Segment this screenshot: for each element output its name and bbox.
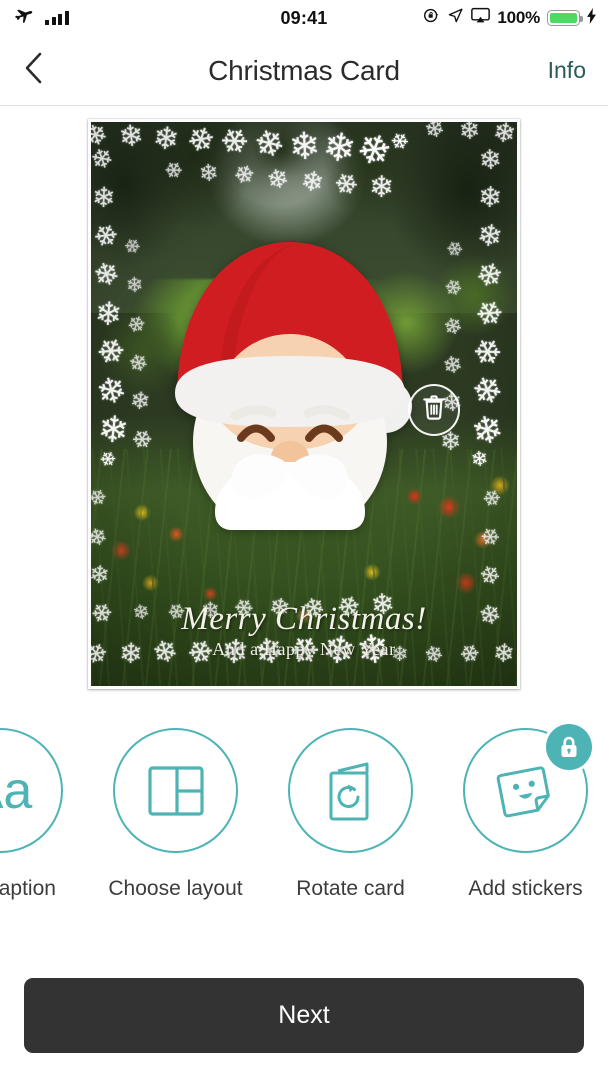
chevron-left-icon xyxy=(24,52,43,89)
location-arrow-icon xyxy=(447,7,464,29)
info-button[interactable]: Info xyxy=(548,57,586,84)
next-button[interactable]: Next xyxy=(24,977,584,1053)
card-frame[interactable]: ❄ ❄ ❄ ❄ ❄ ❄ ❄ ❄ ❄ ❄ ❄ ❄ ❄ ❄ ❄ ❄ ❄ ❄ ❄ ❄ ❄ ❄ ❄ ❄ ❄ ❄ ❄ ❄ ❄ ❄ ❄ ❄ ❄ ❄ ❄ ❄ ❄ ❄ ❄ ❄… xyxy=(88,118,520,689)
status-bar: 09:41 100% xyxy=(0,0,608,36)
aa-glyph: Aa xyxy=(0,761,33,820)
battery-percent-label: 100% xyxy=(497,8,540,27)
editor-toolbar: Aa Add caption Choose layout Rotate card xyxy=(0,700,608,950)
sticker-smiley-icon xyxy=(463,724,592,853)
lightning-bolt-icon xyxy=(587,7,596,29)
footer-action-area: Next xyxy=(0,950,608,1080)
tool-add-caption[interactable]: Aa Add caption xyxy=(0,700,88,901)
tool-add-stickers[interactable]: Add stickers xyxy=(438,700,608,901)
delete-sticker-button[interactable] xyxy=(408,383,460,436)
padlock-icon xyxy=(546,724,592,770)
battery-icon xyxy=(547,10,583,26)
tool-label-add-stickers: Add stickers xyxy=(468,877,583,900)
tool-rotate-card[interactable]: Rotate card xyxy=(263,700,438,901)
grid-layout-icon xyxy=(113,728,238,853)
status-bar-right: 100% xyxy=(423,0,596,36)
text-aa-icon: Aa xyxy=(0,728,63,853)
trash-icon xyxy=(421,393,447,426)
santa-face-sticker[interactable] xyxy=(159,230,421,530)
tool-label-choose-layout: Choose layout xyxy=(108,877,243,900)
rotation-lock-icon xyxy=(423,7,440,29)
airplay-icon xyxy=(471,7,491,29)
card-canvas[interactable]: ❄ ❄ ❄ ❄ ❄ ❄ ❄ ❄ ❄ ❄ ❄ ❄ ❄ ❄ ❄ ❄ ❄ ❄ ❄ ❄ ❄ ❄ ❄ ❄ ❄ ❄ ❄ ❄ ❄ ❄ ❄ ❄ ❄ ❄ ❄ ❄ ❄ ❄ ❄ ❄… xyxy=(91,121,517,686)
tool-label-add-caption: Add caption xyxy=(0,877,56,900)
tool-choose-layout[interactable]: Choose layout xyxy=(88,700,263,901)
card-preview-area: ❄ ❄ ❄ ❄ ❄ ❄ ❄ ❄ ❄ ❄ ❄ ❄ ❄ ❄ ❄ ❄ ❄ ❄ ❄ ❄ ❄ ❄ ❄ ❄ ❄ ❄ ❄ ❄ ❄ ❄ ❄ ❄ ❄ ❄ ❄ ❄ ❄ ❄ ❄ ❄… xyxy=(0,106,608,701)
rotate-card-icon xyxy=(288,728,413,853)
navigation-bar: Christmas Card Info xyxy=(0,36,608,106)
page-title: Christmas Card xyxy=(208,54,400,86)
back-button[interactable] xyxy=(0,36,66,106)
tool-label-rotate-card: Rotate card xyxy=(296,877,405,900)
